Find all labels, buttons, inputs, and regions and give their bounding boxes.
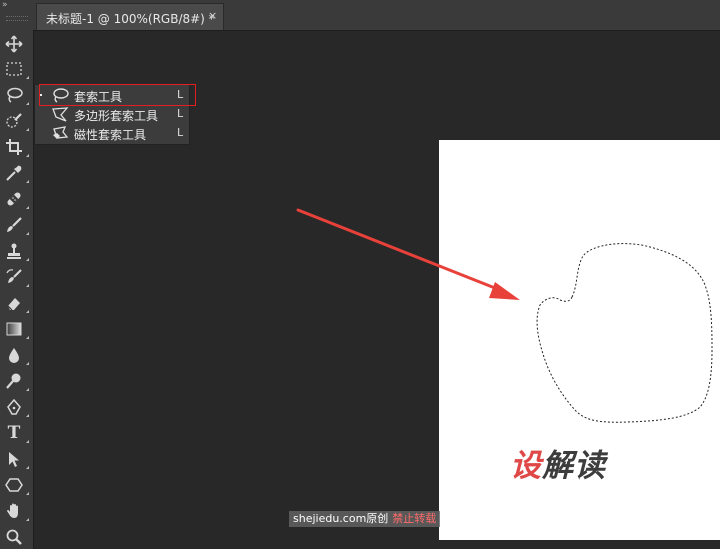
watermark-notice: 禁止转载 bbox=[392, 512, 437, 525]
brand-logo-red: 设 bbox=[510, 448, 542, 484]
annotation-arrow bbox=[296, 208, 520, 300]
lasso-selection-marquee bbox=[536, 243, 713, 423]
canvas-overlay bbox=[296, 208, 713, 423]
brand-logo-dark: 解读 bbox=[542, 448, 606, 484]
brand-logo: 设解读 bbox=[510, 440, 606, 485]
watermark: shejiedu.com原创 禁止转载 bbox=[289, 511, 441, 527]
watermark-site: shejiedu.com原创 bbox=[293, 512, 389, 525]
